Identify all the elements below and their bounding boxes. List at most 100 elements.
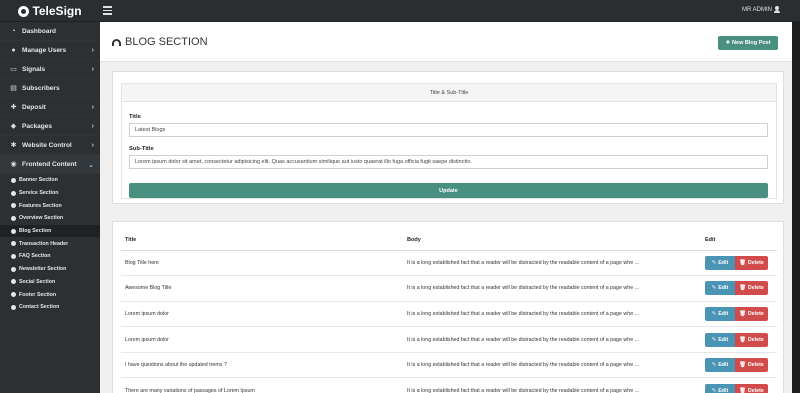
- row-actions: ✎ Edit 🗑 Delete: [701, 377, 777, 393]
- edit-icon: ✎: [711, 362, 717, 369]
- row-body: It is a long established fact that a rea…: [403, 352, 701, 379]
- table-row: Blog Title here It is a long established …: [121, 250, 777, 277]
- submenu-overview-section[interactable]: Overview Section: [0, 212, 100, 225]
- table-row: Awesome Blog Title It is a long establish…: [121, 275, 777, 302]
- edit-button[interactable]: ✎ Edit: [705, 255, 735, 270]
- hamburger-menu-icon[interactable]: [103, 6, 112, 15]
- gear-icon: ✱: [10, 141, 17, 149]
- dashboard-icon: ◔: [11, 27, 16, 35]
- edit-button[interactable]: ✎ Edit: [705, 383, 735, 393]
- submenu-faq-section[interactable]: FAQ Section: [0, 250, 100, 263]
- edit-button[interactable]: ✎ Edit: [705, 281, 735, 296]
- delete-label: Delete: [747, 387, 764, 393]
- sidebar-item-website-control[interactable]: ✱ Website Control ›: [0, 136, 100, 155]
- page-scrollbar[interactable]: [792, 22, 800, 393]
- submenu-features-section[interactable]: Features Section: [0, 199, 100, 212]
- submenu-footer-section[interactable]: Footer Section: [0, 288, 100, 301]
- delete-button[interactable]: 🗑 Delete: [735, 332, 768, 347]
- submenu-newsletter-section[interactable]: Newsletter Section: [0, 263, 100, 276]
- dot-icon: [11, 266, 16, 272]
- row-actions: ✎ Edit 🗑 Delete: [701, 250, 777, 277]
- edit-icon: ✎: [711, 285, 717, 292]
- delete-button[interactable]: 🗑 Delete: [735, 306, 768, 321]
- dot-icon: [11, 241, 16, 247]
- table-row: Lorem ipsum dolor It is a long establishe…: [121, 326, 777, 353]
- submenu-transaction-header[interactable]: Transaction Header: [0, 237, 100, 250]
- column-header-body: Body: [403, 230, 701, 251]
- edit-label: Edit: [718, 362, 729, 369]
- table-row: There are many variations of passages of…: [121, 377, 777, 393]
- brand[interactable]: TeleSign: [0, 0, 100, 22]
- sidebar-item-packages[interactable]: ◆ Packages ›: [0, 117, 100, 136]
- sidebar-item-manage-users[interactable]: ● Manage Users ›: [0, 41, 100, 60]
- plus-icon: ✚: [10, 103, 17, 111]
- submenu-blog-section[interactable]: Blog Section: [0, 224, 100, 238]
- users-icon: ●: [11, 46, 16, 54]
- submenu-label: FAQ Section: [19, 253, 51, 260]
- row-body: It is a long established fact that a rea…: [403, 250, 701, 277]
- submenu-label: Service Section: [19, 190, 59, 197]
- sidebar-item-deposit[interactable]: ✚ Deposit ›: [0, 98, 100, 117]
- submenu-contact-section[interactable]: Contact Section: [0, 301, 100, 314]
- user-icon: [774, 6, 780, 13]
- delete-button[interactable]: 🗑 Delete: [735, 358, 768, 373]
- app-window: TeleSign MR ADMIN ◔ Dashboard ● Manage U…: [0, 0, 800, 393]
- sidebar-item-frontend-content[interactable]: ◉ Frontend Content ⌄: [0, 155, 100, 174]
- panel-heading: Title & Sub-Title: [122, 84, 776, 102]
- title-label: Title: [129, 114, 141, 120]
- title-input[interactable]: Latest Blogs: [129, 123, 768, 137]
- chevron-down-icon: ⌄: [88, 162, 94, 169]
- submenu-service-section[interactable]: Service Section: [0, 187, 100, 200]
- sidebar-item-signals[interactable]: ▭ Signals ›: [0, 60, 100, 79]
- monitor-icon: ▭: [10, 65, 17, 73]
- chevron-right-icon: ›: [91, 66, 94, 73]
- subtitle-label: Sub-Title: [129, 146, 154, 152]
- edit-button[interactable]: ✎ Edit: [705, 332, 735, 347]
- delete-button[interactable]: 🗑 Delete: [735, 281, 768, 296]
- main-content: BLOG SECTION ✚ New Blog Post Title & Sub…: [100, 22, 792, 393]
- row-title: There are many variations of passages of…: [121, 377, 403, 393]
- submenu-banner-section[interactable]: Banner Section: [0, 174, 100, 187]
- submenu-label: Features Section: [19, 202, 62, 209]
- trash-icon: 🗑: [739, 387, 746, 393]
- update-button[interactable]: Update: [129, 183, 768, 198]
- user-menu[interactable]: MR ADMIN: [742, 6, 780, 13]
- blog-posts-card: Title Body Edit Blog Title here It is a l…: [112, 221, 784, 393]
- trash-icon: 🗑: [739, 310, 746, 317]
- sidebar-item-label: Dashboard: [22, 27, 56, 35]
- dot-icon: [11, 190, 16, 196]
- delete-label: Delete: [747, 362, 764, 369]
- edit-label: Edit: [718, 310, 729, 317]
- row-actions: ✎ Edit 🗑 Delete: [701, 352, 777, 379]
- column-header-edit: Edit: [701, 230, 777, 251]
- sidebar-item-label: Manage Users: [22, 46, 67, 54]
- dot-icon: [11, 253, 16, 259]
- edit-icon: ✎: [711, 336, 717, 343]
- sidebar: ◔ Dashboard ● Manage Users › ▭ Signals ›…: [0, 22, 100, 393]
- page-title-text: BLOG SECTION: [125, 36, 208, 48]
- user-name: MR ADMIN: [742, 6, 772, 13]
- new-blog-post-label: New Blog Post: [732, 40, 771, 46]
- frontend-content-submenu: Banner Section Service Section Features …: [0, 174, 100, 314]
- row-body: It is a long established fact that a rea…: [403, 275, 701, 302]
- delete-button[interactable]: 🗑 Delete: [735, 383, 768, 393]
- edit-button[interactable]: ✎ Edit: [705, 306, 735, 321]
- new-blog-post-button[interactable]: ✚ New Blog Post: [718, 36, 778, 50]
- delete-button[interactable]: 🗑 Delete: [735, 255, 768, 270]
- chevron-right-icon: ›: [91, 47, 94, 54]
- row-body: It is a long established fact that a rea…: [403, 326, 701, 353]
- sidebar-item-label: Subscribers: [22, 84, 60, 92]
- subtitle-input[interactable]: Lorem ipsum dolor sit amet, consectetur …: [129, 155, 768, 169]
- dot-icon: [11, 304, 16, 310]
- sidebar-item-subscribers[interactable]: ▤ Subscribers: [0, 79, 100, 98]
- page-header: BLOG SECTION ✚ New Blog Post: [100, 22, 792, 62]
- submenu-social-section[interactable]: Social Section: [0, 276, 100, 289]
- row-actions: ✎ Edit 🗑 Delete: [701, 301, 777, 328]
- sidebar-item-dashboard[interactable]: ◔ Dashboard: [0, 22, 100, 41]
- sidebar-item-label: Signals: [22, 65, 46, 73]
- trash-icon: 🗑: [739, 285, 746, 292]
- edit-label: Edit: [718, 259, 729, 266]
- dot-icon: [11, 203, 16, 209]
- edit-button[interactable]: ✎ Edit: [705, 358, 735, 373]
- telesign-logo-icon: [18, 5, 30, 17]
